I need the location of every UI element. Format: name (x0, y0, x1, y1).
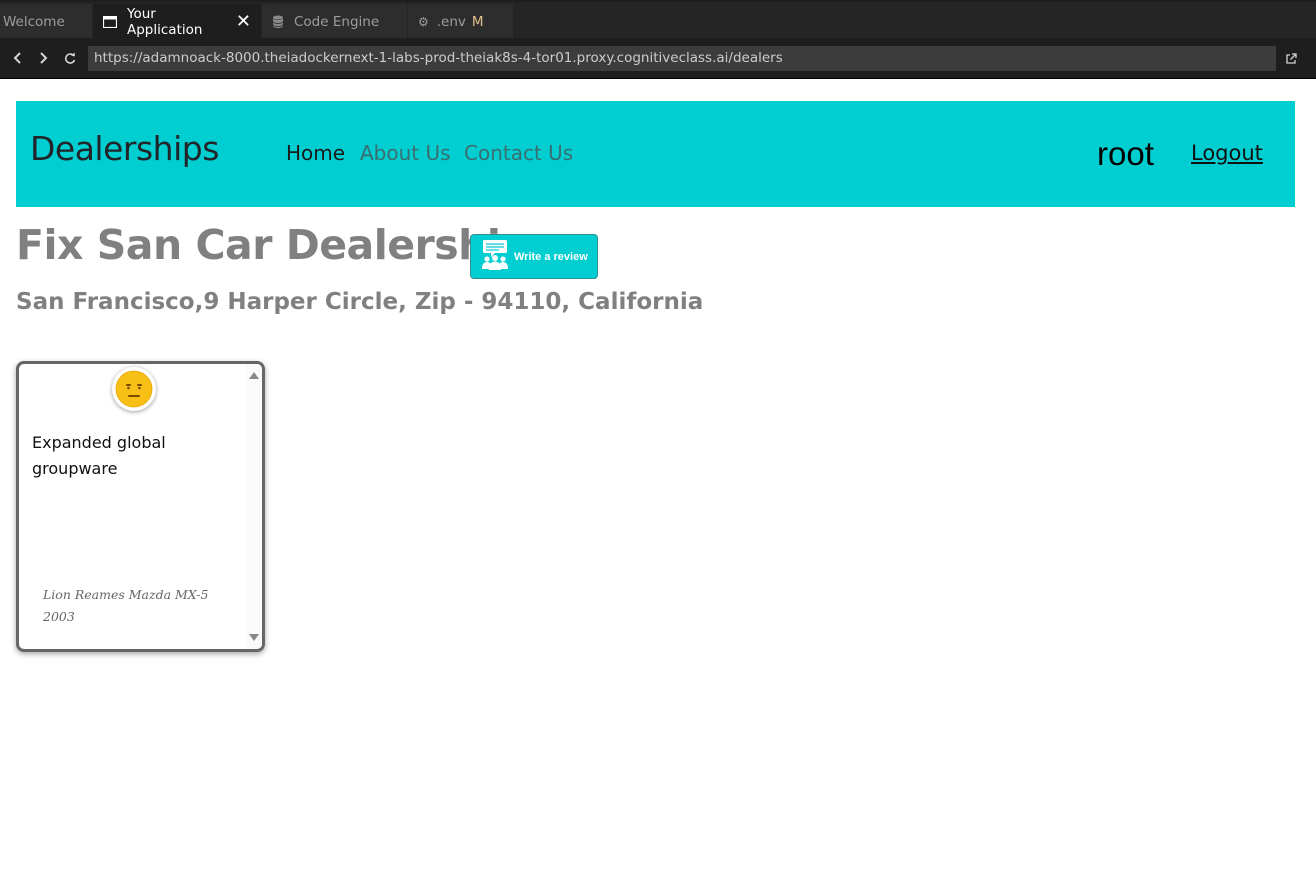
logout-link[interactable]: Logout (1191, 141, 1263, 165)
write-review-button[interactable]: Write a review (470, 234, 598, 279)
database-icon (272, 15, 284, 29)
url-input[interactable]: https://adamnoack-8000.theiadockernext-1… (88, 46, 1276, 71)
write-review-label: Write a review (514, 250, 588, 263)
dealer-address: San Francisco,9 Harper Circle, Zip - 941… (16, 289, 704, 315)
nav-link-home[interactable]: Home (286, 141, 345, 165)
neutral-face-icon (112, 367, 156, 411)
review-card: Expanded global groupware Lion Reames Ma… (16, 361, 265, 652)
forward-icon[interactable] (35, 50, 51, 66)
reload-icon[interactable] (62, 50, 78, 66)
tab-label: Code Engine (294, 14, 380, 30)
browser-address-bar: https://adamnoack-8000.theiadockernext-1… (0, 38, 1316, 79)
review-text: Expanded global groupware (32, 433, 166, 478)
review-meta: Lion Reames Mazda MX-5 2003 (43, 587, 209, 624)
open-external-icon[interactable] (1285, 50, 1301, 66)
tab-welcome[interactable]: Welcome (0, 4, 92, 40)
scroll-down-icon[interactable] (249, 634, 259, 641)
back-icon[interactable] (10, 50, 26, 66)
modified-indicator: M (471, 14, 484, 30)
tab-your-application[interactable]: Your Application ✕ (93, 4, 261, 40)
dealer-title: Fix San Car Dealership (16, 221, 530, 269)
tab-label: Welcome (3, 14, 65, 30)
username-label: root (1097, 135, 1154, 172)
tab-env[interactable]: ⚙ .env M (408, 4, 513, 40)
tab-label: .env (436, 14, 466, 30)
tab-code-engine[interactable]: Code Engine (262, 4, 407, 40)
nav-link-contact-us[interactable]: Contact Us (464, 141, 573, 165)
tab-label: Your Application (127, 6, 203, 38)
nav-link-about-us[interactable]: About Us (360, 141, 451, 165)
gear-icon: ⚙ (418, 15, 429, 29)
window-icon (103, 16, 117, 28)
write-review-icon (479, 239, 509, 275)
close-icon[interactable]: ✕ (236, 13, 251, 31)
ide-tab-bar: Welcome Your Application ✕ Code Engine ⚙… (0, 0, 1316, 40)
brand-title[interactable]: Dealerships (30, 129, 219, 168)
card-scrollbar[interactable] (246, 364, 262, 649)
scroll-up-icon[interactable] (249, 372, 259, 379)
app-navbar: Dealerships Home About Us Contact Us roo… (16, 101, 1295, 207)
